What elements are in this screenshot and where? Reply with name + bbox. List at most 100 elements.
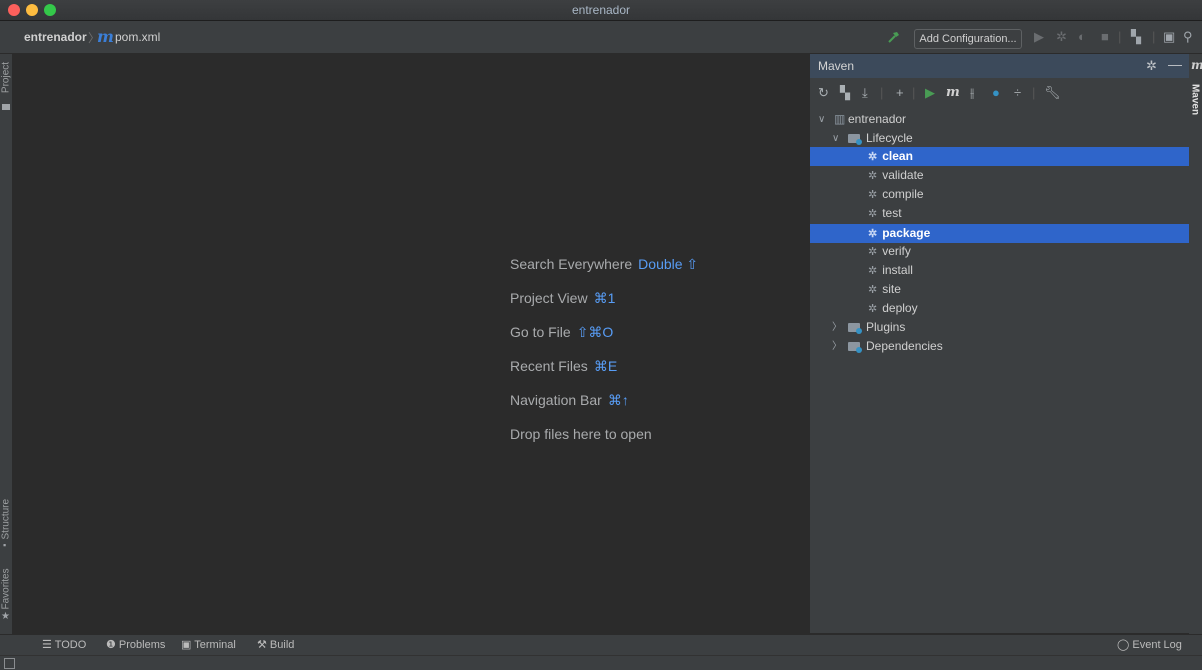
add-project-icon[interactable]: + [896, 85, 904, 100]
lifecycle-goal-clean[interactable]: ✲ clean [810, 147, 1190, 166]
gear-icon: ✲ [868, 284, 878, 296]
maven-settings-wrench-icon[interactable]: 🔧︎ [1044, 85, 1061, 101]
maven-toolbar: ↻ ▚ ⤓ | + | ▶ m ⫲ ● ÷ | 🔧︎ [810, 80, 1190, 106]
toggle-offline-icon[interactable]: ⫲ [970, 85, 974, 101]
todo-tab[interactable]: ☰ TODO [42, 638, 86, 651]
search-icon[interactable]: ⚲ [1183, 29, 1193, 45]
lifecycle-goal-site[interactable]: ✲ site [810, 280, 1190, 299]
execute-maven-goal-icon[interactable]: m [946, 85, 960, 100]
right-tool-window-strip: m Maven [1189, 54, 1202, 634]
maven-tool-window: Maven ✲ — ↻ ▚ ⤓ | + | ▶ m ⫲ ● ÷ | 🔧︎ ∨ ▥… [809, 54, 1190, 633]
debug-icon[interactable]: ✲ [1056, 29, 1067, 45]
gear-icon: ✲ [868, 208, 878, 220]
lifecycle-goal-verify[interactable]: ✲ verify [810, 242, 1190, 261]
tree-item-project[interactable]: ∨ ▥ entrenador [810, 110, 1190, 129]
tree-item-label: Lifecycle [866, 131, 913, 145]
plugins-folder-icon [848, 318, 864, 337]
lifecycle-goal-validate[interactable]: ✲ validate [810, 166, 1190, 185]
hint-label: Navigation Bar [510, 392, 602, 408]
reload-icon[interactable]: ↻ [818, 85, 829, 101]
terminal-tab[interactable]: ▣ Terminal [181, 638, 236, 651]
tree-item-dependencies[interactable]: 〉 Dependencies [810, 337, 1190, 356]
lifecycle-goal-test[interactable]: ✲ test [810, 204, 1190, 223]
problems-tab[interactable]: ❶ Problems [106, 638, 165, 651]
hint-label: Recent Files [510, 358, 588, 374]
settings-gear-icon[interactable]: ✲ [1146, 58, 1157, 74]
left-tool-window-strip: Project Structure ▪ Favorites ★ [0, 54, 13, 634]
breadcrumb-project[interactable]: entrenador [24, 30, 87, 44]
lifecycle-goal-compile[interactable]: ✲ compile [810, 185, 1190, 204]
run-goal-icon[interactable]: ▶ [925, 85, 935, 101]
expand-chevron-icon[interactable]: ∨ [818, 110, 825, 129]
toggle-tool-windows-icon[interactable] [4, 658, 15, 669]
show-dependencies-icon[interactable]: ÷ [1014, 85, 1021, 100]
structure-icon: ▪ [3, 540, 7, 550]
skip-tests-icon[interactable]: ● [992, 85, 1000, 100]
window-title: entrenador [571, 3, 631, 17]
gear-icon: ✲ [868, 265, 878, 277]
project-structure-icon[interactable]: ▚ [1131, 29, 1141, 45]
goal-label: package [882, 226, 931, 240]
breadcrumb-file[interactable]: pom.xml [115, 30, 160, 44]
collapsed-chevron-icon[interactable]: 〉 [832, 318, 842, 337]
goal-label: compile [882, 187, 924, 201]
maven-tool-tab[interactable]: Maven [1190, 80, 1201, 120]
collapsed-chevron-icon[interactable]: 〉 [832, 337, 842, 356]
goal-label: test [882, 206, 902, 220]
build-tab[interactable]: ⚒ Build [257, 638, 294, 651]
gear-icon: ✲ [868, 303, 878, 315]
hide-panel-icon[interactable]: — [1168, 56, 1182, 72]
download-sources-icon[interactable]: ⤓ [862, 85, 868, 101]
goal-label: site [882, 282, 901, 296]
event-log-tab[interactable]: ◯ Event Log [1117, 638, 1182, 651]
hint-shortcut: ⇧⌘O [576, 324, 614, 340]
folder-icon [2, 104, 10, 110]
hint-label: Project View [510, 290, 588, 306]
build-label: Build [269, 639, 295, 651]
add-configuration-button[interactable]: Add Configuration... [914, 29, 1022, 49]
navigation-bar-hint: Navigation Bar ⌘↑ [510, 392, 629, 409]
event-log-label: Event Log [1132, 639, 1182, 651]
terminal-icon: ▣ [181, 639, 195, 651]
dependencies-folder-icon [848, 337, 864, 356]
goal-label: validate [882, 168, 924, 182]
lifecycle-goal-install[interactable]: ✲ install [810, 261, 1190, 280]
gear-icon: ✲ [868, 170, 878, 182]
hint-label: Search Everywhere [510, 256, 633, 272]
favorites-tool-tab[interactable]: Favorites [1, 568, 12, 609]
problems-label: Problems [118, 639, 166, 651]
tree-item-label: Dependencies [866, 339, 943, 353]
tree-item-label: Plugins [866, 320, 906, 334]
run-icon[interactable]: ▶ [1034, 29, 1044, 45]
window-title-bar: entrenador [0, 0, 1202, 21]
maven-file-icon: m [97, 27, 114, 46]
navigation-bar: entrenador 〉 m pom.xml Add Configuration… [0, 21, 1202, 54]
coverage-icon[interactable]: ◐ [1078, 29, 1086, 44]
maven-header: Maven ✲ — [810, 54, 1190, 78]
expand-chevron-icon[interactable]: ∨ [832, 129, 839, 148]
project-tool-tab[interactable]: Project [1, 58, 12, 98]
star-icon: ★ [1, 611, 10, 622]
tree-item-plugins[interactable]: 〉 Plugins [810, 318, 1190, 337]
info-icon: ❶ [106, 639, 119, 651]
editor-empty-area[interactable] [13, 54, 809, 633]
toolbar-divider: | [880, 85, 884, 100]
terminal-window-icon[interactable]: ▣ [1163, 29, 1175, 45]
stop-icon[interactable]: ■ [1101, 29, 1109, 44]
tree-item-lifecycle[interactable]: ∨ Lifecycle [810, 129, 1190, 148]
go-to-file-hint: Go to File ⇧⌘O [510, 324, 613, 341]
structure-tool-tab[interactable]: Structure [1, 499, 12, 540]
bottom-tool-window-bar: ☰ TODO ❶ Problems ▣ Terminal ⚒ Build ◯ E… [0, 634, 1202, 655]
lifecycle-goal-package[interactable]: ✲ package [810, 224, 1190, 243]
tree-item-label: entrenador [848, 112, 907, 126]
lifecycle-goal-deploy[interactable]: ✲ deploy [810, 299, 1190, 318]
search-everywhere-hint: Search Everywhere Double ⇧ [510, 256, 698, 273]
gear-icon: ✲ [868, 246, 878, 258]
build-hammer-icon[interactable] [887, 30, 901, 44]
hint-label: Go to File [510, 324, 571, 340]
maven-title: Maven [818, 59, 855, 73]
reimport-folder-icon[interactable]: ▚ [840, 85, 850, 101]
hint-shortcut: ⌘↑ [607, 392, 629, 408]
lifecycle-folder-icon [848, 129, 864, 148]
toolbar-divider: | [1152, 29, 1156, 44]
